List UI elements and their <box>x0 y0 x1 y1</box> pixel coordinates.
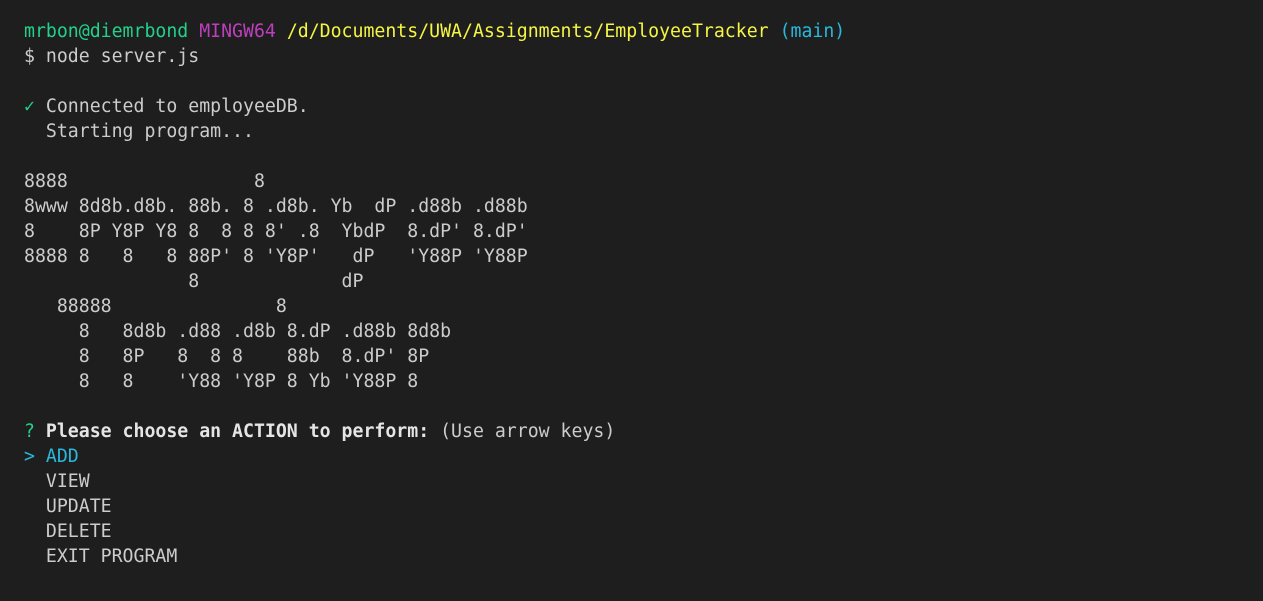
checkmark-icon: ✓ <box>24 96 35 117</box>
banner-line: 8888 8 <box>24 171 265 192</box>
ascii-banner: 8888 8 8www 8d8b.d8b. 88b. 8 .d8b. Yb dP… <box>24 169 1263 394</box>
action-menu: > ADD VIEW UPDATE DELETE EXIT PROGRAM <box>24 444 1263 569</box>
git-branch: (main) <box>779 21 846 42</box>
banner-line: 8 dP <box>24 271 364 292</box>
status-connected: ✓ Connected to employeeDB. <box>24 94 1263 119</box>
current-path: /d/Documents/UWA/Assignments/EmployeeTra… <box>286 21 769 42</box>
command-line: $ node server.js <box>24 44 1263 69</box>
menu-item-label: ADD <box>45 446 79 467</box>
user-host: mrbon@diemrbond <box>24 21 189 42</box>
menu-item-label: DELETE <box>45 521 112 542</box>
menu-pointer-icon: > <box>24 446 35 467</box>
status-starting: Starting program... <box>24 121 254 142</box>
command-text: node server.js <box>45 46 200 67</box>
menu-item-exit-program[interactable]: EXIT PROGRAM <box>24 544 1263 569</box>
banner-line: 8 8 'Y88 'Y8P 8 Yb 'Y88P 8 <box>24 371 419 392</box>
prompt-header: mrbon@diemrbond MINGW64 /d/Documents/UWA… <box>24 19 1263 44</box>
menu-item-label: UPDATE <box>45 496 112 517</box>
question-text: Please choose an ACTION to perform: <box>45 421 430 442</box>
command-prompt-symbol: $ <box>24 46 35 67</box>
menu-item-delete[interactable]: DELETE <box>24 519 1263 544</box>
banner-line: 88888 8 <box>24 296 287 317</box>
banner-line: 8 8P Y8P Y8 8 8 8 8' .8 YbdP 8.dP' 8.dP' <box>24 221 528 242</box>
banner-line: 8888 8 8 8 88P' 8 'Y8P' dP 'Y88P 'Y88P <box>24 246 528 267</box>
menu-item-view[interactable]: VIEW <box>24 469 1263 494</box>
banner-line: 8www 8d8b.d8b. 88b. 8 .d8b. Yb dP .d88b … <box>24 196 528 217</box>
banner-line: 8 8P 8 8 8 88b 8.dP' 8P <box>24 346 430 367</box>
connected-message: Connected to employeeDB. <box>45 96 309 117</box>
menu-item-label: EXIT PROGRAM <box>45 546 178 567</box>
terminal-window[interactable]: mrbon@diemrbond MINGW64 /d/Documents/UWA… <box>0 0 1263 601</box>
menu-item-add[interactable]: > ADD <box>24 444 1263 469</box>
banner-line: 8 8d8b .d88 .d8b 8.dP .d88b 8d8b <box>24 321 452 342</box>
menu-item-label: VIEW <box>45 471 90 492</box>
question-line: ? Please choose an ACTION to perform: (U… <box>24 419 1263 444</box>
question-mark-icon: ? <box>24 421 35 442</box>
menu-item-update[interactable]: UPDATE <box>24 494 1263 519</box>
shell-name: MINGW64 <box>199 21 276 42</box>
question-hint: (Use arrow keys) <box>440 421 616 442</box>
